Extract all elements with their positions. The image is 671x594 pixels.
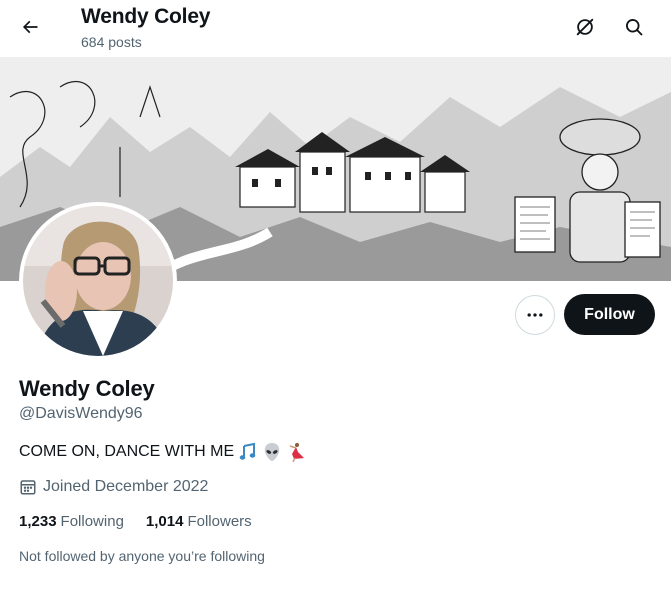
alien-icon xyxy=(264,443,280,461)
joined-date: Joined December 2022 xyxy=(19,478,208,496)
back-button[interactable] xyxy=(12,9,48,45)
dancer-icon xyxy=(289,443,305,462)
follow-stats: 1,233 Following 1,014 Followers xyxy=(19,513,252,530)
search-button[interactable] xyxy=(616,9,652,45)
follow-button[interactable]: Follow xyxy=(564,294,655,335)
joined-text: Joined December 2022 xyxy=(43,478,209,495)
header-title: Wendy Coley xyxy=(81,5,211,28)
user-handle: @DavisWendy96 xyxy=(19,405,143,422)
avatar[interactable] xyxy=(19,202,177,360)
search-icon xyxy=(626,19,643,36)
grok-button[interactable] xyxy=(567,9,603,45)
post-count: 684 posts xyxy=(81,34,142,50)
followers-link[interactable]: 1,014 Followers xyxy=(146,513,252,530)
following-count: 1,233 xyxy=(19,513,57,530)
musical-notes-icon xyxy=(239,442,256,460)
display-name: Wendy Coley xyxy=(19,376,155,401)
avatar-photo xyxy=(23,206,173,356)
grok-icon xyxy=(576,18,594,36)
more-options-button[interactable] xyxy=(515,295,555,335)
following-link[interactable]: 1,233 Following xyxy=(19,513,124,530)
bio-text: COME ON, DANCE WITH ME xyxy=(19,443,235,460)
profile-header: Wendy Coley 684 posts xyxy=(0,0,671,57)
followers-label: Followers xyxy=(187,513,252,530)
followed-by-note: Not followed by anyone you’re following xyxy=(19,548,265,564)
calendar-icon xyxy=(20,480,36,495)
followers-count: 1,014 xyxy=(145,513,184,530)
following-label: Following xyxy=(60,513,124,530)
more-dots-icon xyxy=(527,313,543,317)
arrow-left-icon xyxy=(22,20,38,34)
bio: COME ON, DANCE WITH ME xyxy=(19,442,306,462)
